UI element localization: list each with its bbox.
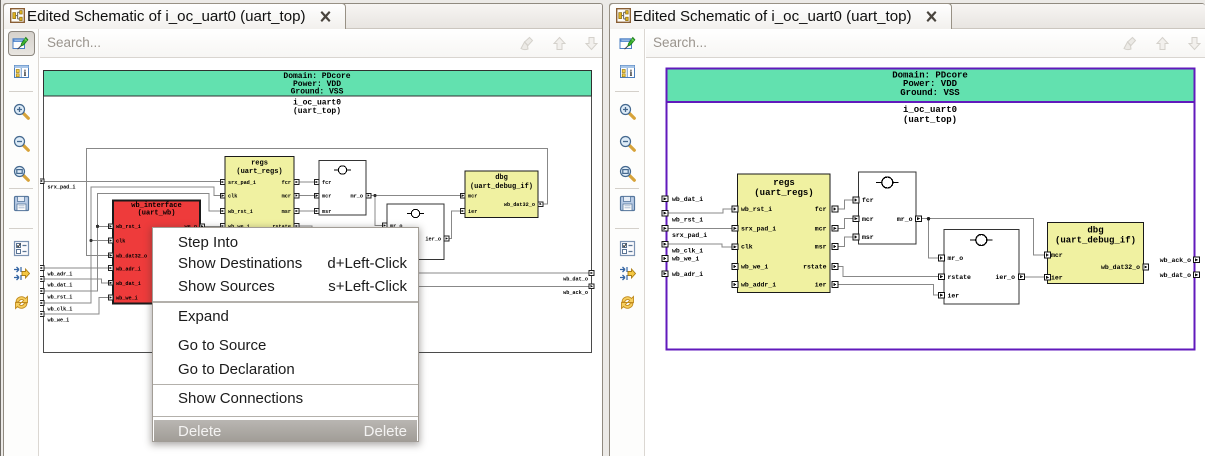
svg-text:regs: regs [251,160,268,168]
svg-text:mcr: mcr [815,226,827,233]
svg-text:fcr: fcr [862,197,874,204]
svg-text:wb_rst_i: wb_rst_i [672,217,703,224]
svg-text:fcr: fcr [815,206,827,213]
svg-text:clk: clk [228,194,237,200]
svg-text:wb_dat32_o: wb_dat32_o [504,202,535,208]
svg-text:(uart_regs): (uart_regs) [236,168,282,176]
svg-text:wb_adr_i: wb_adr_i [672,271,703,278]
svg-text:(uart_debug_if): (uart_debug_if) [1055,236,1136,246]
svg-text:Ground: VSS: Ground: VSS [291,88,344,97]
svg-text:wb_clk_i: wb_clk_i [672,248,703,255]
svg-text:dbg: dbg [495,174,508,182]
svg-text:(uart_wb): (uart_wb) [138,209,176,217]
svg-text:ier_o: ier_o [995,274,1015,281]
svg-text:wb_dat_o: wb_dat_o [1160,272,1191,279]
svg-text:clk: clk [116,238,125,244]
svg-text:wb_dat_i: wb_dat_i [116,281,141,287]
svg-text:wb_ack_o: wb_ack_o [1160,257,1191,264]
svg-text:regs: regs [773,178,795,188]
svg-text:mcr: mcr [322,194,331,200]
svg-text:i: i [630,69,633,79]
svg-text:mr_o: mr_o [351,194,363,200]
svg-text:wb_we_i: wb_we_i [741,264,768,271]
svg-text:srx_pad_i: srx_pad_i [741,226,776,233]
svg-text:clk: clk [741,244,753,251]
svg-text:ier: ier [815,282,827,289]
svg-text:mr_o: mr_o [948,255,964,262]
svg-text:rstate: rstate [948,274,972,281]
svg-text:wb_we_i: wb_we_i [672,256,699,263]
svg-text:wb_addr_i: wb_addr_i [741,282,776,289]
svg-text:wb_dat_i: wb_dat_i [672,196,703,203]
svg-text:wb_rst_i: wb_rst_i [48,294,73,300]
svg-text:msr: msr [322,209,331,215]
svg-text:msr: msr [815,244,827,251]
svg-text:fcr: fcr [322,180,331,186]
svg-text:ier: ier [1051,275,1063,282]
svg-text:mcr: mcr [468,194,477,200]
svg-text:ier: ier [948,292,960,299]
svg-text:(uart_regs): (uart_regs) [754,188,813,198]
svg-text:wb_rst_i: wb_rst_i [741,206,772,213]
svg-text:wb_dat32_o: wb_dat32_o [116,253,147,259]
svg-text:(uart_debug_if): (uart_debug_if) [470,183,533,191]
svg-text:wb_clk_i: wb_clk_i [48,306,73,312]
svg-text:rstate: rstate [803,264,827,271]
svg-text:msr: msr [282,209,291,215]
svg-text:srx_pad_i: srx_pad_i [672,232,707,239]
svg-text:mcr: mcr [282,194,291,200]
svg-text:msr: msr [862,234,874,241]
svg-text:wb_rst_i: wb_rst_i [228,209,253,215]
svg-text:srx_pad_i: srx_pad_i [48,185,76,191]
svg-text:wb_we_i: wb_we_i [116,295,138,301]
svg-text:wb_adr_i: wb_adr_i [48,271,73,277]
svg-text:fcr: fcr [282,180,291,186]
svg-text:wb_dat_i: wb_dat_i [48,282,73,288]
svg-text:mcr: mcr [862,216,874,223]
svg-text:mcr: mcr [1051,252,1063,259]
svg-text:dbg: dbg [1087,226,1103,236]
svg-text:ier: ier [468,209,477,215]
svg-text:mr_o: mr_o [897,216,913,223]
svg-text:i: i [24,69,27,79]
svg-text:ier_o: ier_o [425,237,441,243]
svg-text:(uart_top): (uart_top) [903,115,957,125]
svg-text:i_oc_uart0: i_oc_uart0 [903,105,957,115]
svg-text:wb_rst_i: wb_rst_i [116,224,141,230]
svg-text:wb_dat_o: wb_dat_o [563,277,588,283]
svg-text:srx_pad_i: srx_pad_i [228,180,256,186]
svg-text:wb_ack_o: wb_ack_o [563,290,588,296]
svg-text:wb_we_i: wb_we_i [48,317,70,323]
svg-text:wb_dat32_o: wb_dat32_o [1101,264,1140,271]
svg-text:Ground: VSS: Ground: VSS [900,88,960,98]
svg-text:(uart_top): (uart_top) [293,107,341,116]
svg-text:wb_adr_i: wb_adr_i [116,266,141,272]
